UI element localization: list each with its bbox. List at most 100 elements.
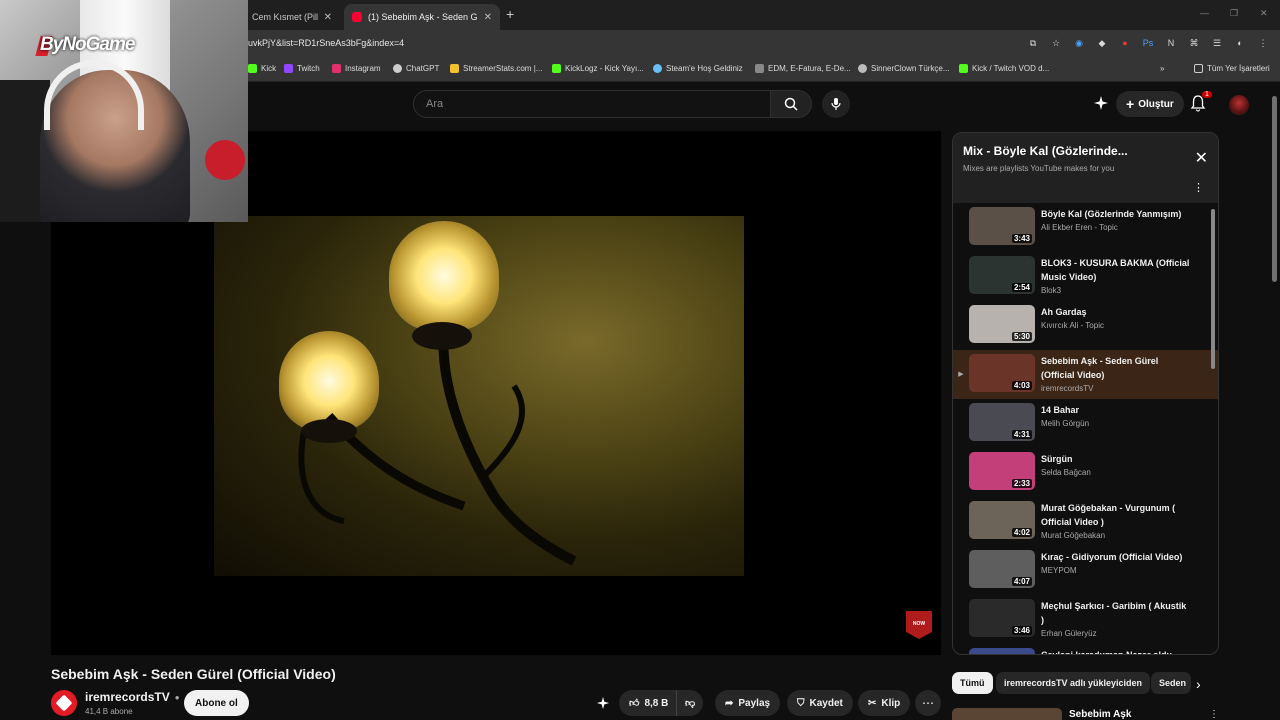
playlist-item[interactable]: 2:33 Sürgün Selda Bağcan	[953, 448, 1218, 497]
reading-list-icon[interactable]: ☰	[1210, 36, 1224, 50]
playlist-item[interactable]: 4:02 Murat Göğebakan - Vurgunum ( Officia…	[953, 497, 1218, 546]
item-title[interactable]: Böyle Kal (Gözlerinde Yanmışım)	[1041, 207, 1191, 221]
bookmark-kicklogz[interactable]: KickLogz - Kick Yayı...	[552, 64, 644, 73]
browser-tab-active[interactable]: (1) Sebebim Aşk - Seden Gürel ✕	[344, 4, 500, 30]
extension-icon[interactable]: N	[1164, 36, 1178, 50]
url-field[interactable]: uvkPjY&list=RD1rSneAs3bFg&index=4	[248, 38, 404, 48]
voice-search-button[interactable]	[822, 90, 850, 118]
video-thumbnail[interactable]: 2:33	[969, 452, 1035, 490]
notifications-button[interactable]: 1	[1190, 91, 1212, 117]
chip-uploader[interactable]: iremrecordsTV adlı yükleyiciden	[996, 672, 1151, 694]
extensions-puzzle-icon[interactable]: ⌘	[1187, 36, 1201, 50]
next-video-thumbnail[interactable]	[952, 708, 1062, 720]
sparkle-icon[interactable]	[1093, 95, 1109, 111]
minimize-icon[interactable]: —	[1200, 8, 1209, 18]
bookmark-kick[interactable]: Kick	[248, 64, 276, 73]
extension-icon[interactable]: ◆	[1095, 36, 1109, 50]
item-artist: Ali Ekber Eren - Topic	[1041, 223, 1118, 232]
video-thumbnail[interactable]: 2:54	[969, 256, 1035, 294]
playlist-index	[953, 452, 969, 468]
close-icon[interactable]: ✕	[1195, 148, 1208, 168]
video-thumbnail[interactable]: 5:30	[969, 305, 1035, 343]
item-title[interactable]: BLOK3 - KUSURA BAKMA (Official Music Vid…	[1041, 256, 1191, 284]
subscribe-button[interactable]: Abone ol	[184, 690, 249, 716]
browser-menu-icon[interactable]: ⋮	[1256, 36, 1270, 50]
playlist-item[interactable]: Ceylani karaduman Nazar olduCeylani Kara…	[953, 644, 1218, 654]
chevron-right-icon[interactable]: ›	[1196, 676, 1201, 692]
item-title[interactable]: Murat Göğebakan - Vurgunum ( Official Vi…	[1041, 501, 1191, 529]
channel-name-link[interactable]: iremrecordsTV ●	[85, 690, 180, 704]
bookmarks-overflow-icon[interactable]: »	[1160, 64, 1164, 73]
item-title[interactable]: Sebebim Aşk - Seden Gürel (Official Vide…	[1041, 354, 1191, 382]
extension-icon[interactable]: ◉	[1072, 36, 1086, 50]
thumbs-up-icon: 👍︎	[629, 698, 640, 709]
like-button[interactable]: 👍︎ 8,8 B	[619, 690, 677, 716]
bookmark-star-icon[interactable]: ☆	[1049, 36, 1063, 50]
account-avatar[interactable]	[1229, 95, 1249, 115]
duration-badge: 3:46	[1011, 626, 1032, 635]
playlist-scrollbar[interactable]	[1211, 209, 1215, 369]
lamp-stand-shape	[298, 322, 577, 566]
item-title[interactable]: Kıraç - Gidiyorum (Official Video)	[1041, 550, 1191, 564]
item-title[interactable]: Meçhul Şarkıcı - Garibim ( Akustik )	[1041, 599, 1191, 627]
bookmark-chatgpt[interactable]: ChatGPT	[393, 64, 439, 73]
ask-sparkle-icon[interactable]	[596, 696, 610, 710]
video-thumbnail[interactable]: 3:46	[969, 599, 1035, 637]
video-thumbnail[interactable]	[969, 648, 1035, 654]
more-actions-icon[interactable]: ⋯	[915, 690, 941, 716]
next-video-title[interactable]: Sebebim Aşk	[1069, 709, 1131, 720]
close-window-icon[interactable]: ✕	[1260, 8, 1268, 19]
video-thumbnail[interactable]: 4:02	[969, 501, 1035, 539]
playlist-item[interactable]: 4:31 14 Bahar Melih Görgün	[953, 399, 1218, 448]
video-thumbnail[interactable]: 4:03	[969, 354, 1035, 392]
video-thumbnail[interactable]: 4:31	[969, 403, 1035, 441]
create-button[interactable]: + Oluştur	[1116, 91, 1184, 117]
extension-icon[interactable]: Ps	[1141, 36, 1155, 50]
bookmark-vod[interactable]: Kick / Twitch VOD d...	[959, 64, 1049, 73]
next-video-menu-icon[interactable]: ⋮	[1209, 709, 1219, 720]
playlist-menu-icon[interactable]: ⋮	[1193, 181, 1204, 194]
video-thumbnail[interactable]: 4:07	[969, 550, 1035, 588]
chip-all[interactable]: Tümü	[952, 672, 993, 694]
item-title[interactable]: Ah Gardaş	[1041, 305, 1191, 319]
playlist-item[interactable]: ▶ 4:03 Sebebim Aşk - Seden Gürel (Official…	[953, 350, 1218, 399]
video-thumbnail[interactable]: 3:43	[969, 207, 1035, 245]
playlist-item[interactable]: 3:43 Böyle Kal (Gözlerinde Yanmışım) Ali E…	[953, 203, 1218, 252]
profile-icon[interactable]: ◐	[1233, 36, 1247, 50]
channel-watermark[interactable]: NOW	[906, 611, 932, 639]
playlist-item[interactable]: 2:54 BLOK3 - KUSURA BAKMA (Official Music…	[953, 252, 1218, 301]
playlist-item[interactable]: 5:30 Ah Gardaş Kıvırcık Ali - Topic	[953, 301, 1218, 350]
bookmark-edm[interactable]: EDM, E-Fatura, E-De...	[755, 64, 851, 73]
close-tab-icon[interactable]: ✕	[324, 12, 332, 23]
extension-icon[interactable]: ●	[1118, 36, 1132, 50]
search-button[interactable]	[770, 90, 812, 118]
dislike-button[interactable]: 👎︎	[676, 690, 704, 716]
install-app-icon[interactable]: ⧉	[1026, 36, 1040, 50]
playlist-item[interactable]: 4:07 Kıraç - Gidiyorum (Official Video) ME…	[953, 546, 1218, 595]
bookmark-twitch[interactable]: Twitch	[284, 64, 320, 73]
chip-seden[interactable]: Seden	[1151, 672, 1191, 694]
playlist-title[interactable]: Mix - Böyle Kal (Gözlerinde...	[963, 144, 1128, 158]
page-scrollbar[interactable]	[1272, 96, 1277, 282]
duration-badge: 4:07	[1011, 577, 1032, 586]
item-title[interactable]: Ceylani karaduman Nazar oldu	[1041, 648, 1191, 654]
search-input[interactable]	[414, 91, 770, 117]
bookmark-steam[interactable]: Steam'e Hoş Geldiniz	[653, 64, 743, 73]
clip-button[interactable]: ✂ Klip	[858, 690, 911, 716]
channel-avatar[interactable]	[51, 690, 77, 716]
item-title[interactable]: 14 Bahar	[1041, 403, 1191, 417]
bookmark-instagram[interactable]: Instagram	[332, 64, 381, 73]
maximize-icon[interactable]: ❐	[1230, 8, 1238, 19]
all-bookmarks[interactable]: Tüm Yer İşaretleri	[1194, 64, 1270, 73]
share-button[interactable]: ➦ Paylaş	[715, 690, 781, 716]
playlist-index	[953, 501, 969, 517]
new-tab-icon[interactable]: +	[506, 6, 514, 22]
playlist-item[interactable]: 3:46 Meçhul Şarkıcı - Garibim ( Akustik )…	[953, 595, 1218, 644]
item-title[interactable]: Sürgün	[1041, 452, 1191, 466]
item-artist: iremrecordsTV	[1041, 384, 1094, 393]
bookmark-streamerstats[interactable]: StreamerStats.com |...	[450, 64, 542, 73]
save-button[interactable]: ⛉ Kaydet	[787, 690, 853, 716]
close-tab-icon[interactable]: ✕	[484, 12, 492, 23]
browser-tab[interactable]: Cem Kısmet (Pilli Be ✕	[244, 4, 340, 30]
bookmark-sinnerclown[interactable]: SinnerClown Türkçe...	[858, 64, 950, 73]
